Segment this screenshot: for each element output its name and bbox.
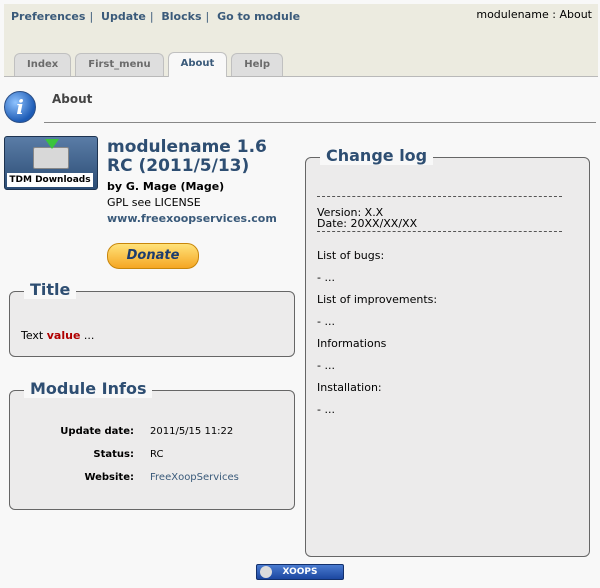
page-title: About bbox=[52, 92, 93, 106]
tab-bar: Index First_menu About Help bbox=[14, 52, 287, 77]
changelog-item: - ... bbox=[317, 315, 335, 328]
module-infos-table: Update date: 2011/5/15 11:22 Status: RC … bbox=[30, 426, 270, 495]
tab-first-menu[interactable]: First_menu bbox=[75, 53, 164, 76]
changelog-content: Version: X.X Date: 20XX/XX/XX List of bu… bbox=[317, 196, 577, 426]
module-infos-legend: Module Infos bbox=[24, 379, 153, 398]
dashed-divider bbox=[317, 196, 562, 205]
title-box-text: Text value ... bbox=[21, 329, 94, 342]
xoops-badge[interactable]: XOOPS bbox=[256, 564, 344, 580]
breadcrumb: modulename : About bbox=[476, 8, 592, 21]
info-value: 2011/5/15 11:22 bbox=[150, 426, 234, 437]
tab-index[interactable]: Index bbox=[14, 53, 72, 76]
info-value: RC bbox=[150, 449, 164, 460]
info-row: Status: RC bbox=[30, 449, 270, 460]
divider bbox=[44, 122, 596, 123]
changelog-legend: Change log bbox=[320, 146, 434, 165]
update-link[interactable]: Update bbox=[101, 10, 146, 23]
changelog-box: Change log Version: X.X Date: 20XX/XX/XX… bbox=[305, 146, 590, 557]
info-icon: i bbox=[4, 91, 36, 123]
info-row: Update date: 2011/5/15 11:22 bbox=[30, 426, 270, 437]
info-row: Website: FreeXoopServices bbox=[30, 472, 270, 483]
changelog-item: - ... bbox=[317, 359, 335, 372]
changelog-heading: Installation: bbox=[317, 381, 382, 394]
title-text-prefix: Text bbox=[21, 329, 47, 342]
module-author: by G. Mage (Mage) bbox=[107, 180, 225, 193]
title-text-suffix: ... bbox=[80, 329, 95, 342]
info-key: Website: bbox=[84, 472, 134, 483]
tab-help[interactable]: Help bbox=[231, 53, 284, 76]
page-header: i About bbox=[0, 78, 600, 124]
title-text-value: value bbox=[46, 329, 81, 342]
xoops-badge-label: XOOPS bbox=[282, 567, 318, 577]
changelog-heading: List of bugs: bbox=[317, 249, 385, 262]
disk-icon bbox=[33, 147, 69, 169]
xoops-logo-icon bbox=[260, 566, 272, 578]
logo-label: TDM Downloads bbox=[7, 173, 93, 187]
changelog-heading: Informations bbox=[317, 337, 387, 350]
tab-about[interactable]: About bbox=[167, 52, 228, 77]
preferences-link[interactable]: Preferences bbox=[11, 10, 85, 23]
module-website-link[interactable]: www.freexoopservices.com bbox=[107, 212, 277, 225]
changelog-item: - ... bbox=[317, 403, 335, 416]
donate-button[interactable]: Donate bbox=[107, 243, 199, 269]
info-key: Update date: bbox=[60, 426, 134, 437]
blocks-link[interactable]: Blocks bbox=[161, 10, 201, 23]
website-link[interactable]: FreeXoopServices bbox=[150, 472, 270, 483]
title-box-legend: Title bbox=[24, 280, 77, 299]
module-name: modulename 1.6 RC (2011/5/13) bbox=[107, 137, 267, 176]
changelog-date: Date: 20XX/XX/XX bbox=[317, 217, 418, 230]
changelog-item: - ... bbox=[317, 271, 335, 284]
module-license: GPL see LICENSE bbox=[107, 196, 201, 209]
dashed-divider bbox=[317, 231, 562, 240]
info-key: Status: bbox=[93, 449, 134, 460]
module-logo: TDM Downloads bbox=[4, 136, 98, 190]
top-links: Preferences | Update | Blocks | Go to modul… bbox=[11, 10, 301, 23]
title-box: Title Text value ... bbox=[9, 280, 295, 357]
changelog-heading: List of improvements: bbox=[317, 293, 438, 306]
module-infos-box: Module Infos Update date: 2011/5/15 11:2… bbox=[9, 379, 295, 510]
top-bar: Preferences | Update | Blocks | Go to modul… bbox=[4, 4, 598, 77]
download-arrow-icon bbox=[45, 139, 59, 149]
go-to-module-link[interactable]: Go to module bbox=[217, 10, 300, 23]
